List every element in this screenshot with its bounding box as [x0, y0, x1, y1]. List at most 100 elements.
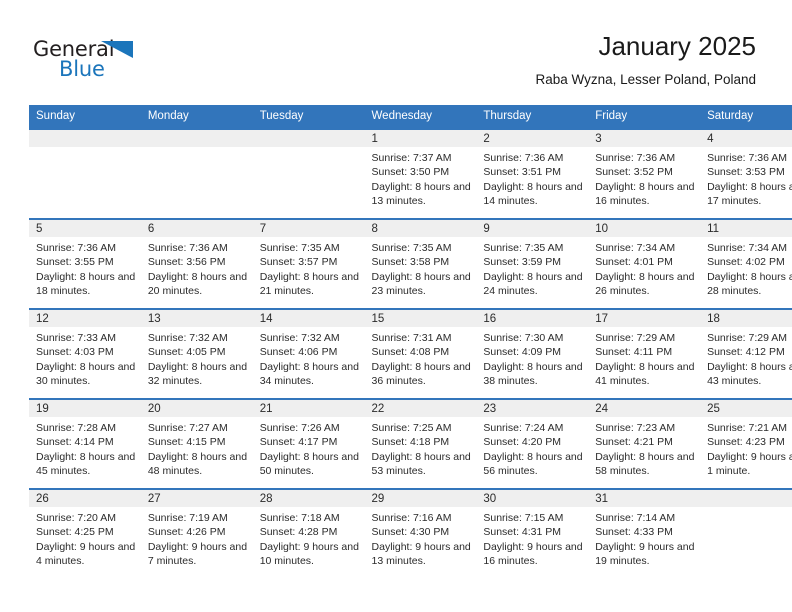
daylight-text: Daylight: 9 hours and 13 minutes. [371, 540, 471, 568]
sunset-text: Sunset: 4:21 PM [595, 436, 673, 449]
sunset-text: Sunset: 4:09 PM [483, 346, 562, 359]
calendar-day-cell[interactable]: 15 Sunrise: 7:31 AM Sunset: 4:08 PM Dayligh… [364, 308, 477, 399]
sunrise-text: Sunrise: 7:15 AM [483, 512, 564, 524]
calendar-day-cell[interactable]: 8 Sunrise: 7:35 AM Sunset: 3:58 PM Daylight… [364, 218, 477, 309]
calendar-day-cell[interactable]: 5 Sunrise: 7:36 AM Sunset: 3:55 PM Daylight… [29, 218, 141, 309]
calendar-day-cell[interactable]: 7 Sunrise: 7:35 AM Sunset: 3:57 PM Daylight… [252, 218, 365, 309]
calendar-day-cell[interactable]: 26 Sunrise: 7:20 AM Sunset: 4:25 PM Dayligh… [29, 488, 141, 578]
day-number: 5 [29, 220, 141, 237]
sunrise-text: Sunrise: 7:37 AM [371, 152, 452, 164]
day-number: 22 [364, 400, 477, 417]
calendar-day-cell[interactable]: 12 Sunrise: 7:33 AM Sunset: 4:03 PM Dayligh… [29, 308, 141, 399]
day-details: Sunrise: 7:36 AM Sunset: 3:51 PM Daylight:… [476, 147, 588, 209]
calendar-day-cell[interactable]: 14 Sunrise: 7:32 AM Sunset: 4:06 PM Dayligh… [252, 308, 365, 399]
weekday-header-tuesday: Tuesday [252, 105, 365, 129]
calendar-day-cell[interactable]: 30 Sunrise: 7:15 AM Sunset: 4:31 PM Dayligh… [476, 488, 589, 578]
general-blue-logo[interactable]: General Blue [33, 38, 163, 82]
calendar-day-cell[interactable]: 16 Sunrise: 7:30 AM Sunset: 4:09 PM Dayligh… [476, 308, 589, 399]
sunrise-text: Sunrise: 7:33 AM [36, 332, 116, 344]
daylight-text: Daylight: 8 hours and 43 minutes. [707, 360, 792, 388]
weekday-header-sunday: Sunday [29, 105, 141, 129]
calendar-day-cell[interactable]: 3 Sunrise: 7:36 AM Sunset: 3:52 PM Daylight… [588, 128, 701, 219]
day-number: 19 [29, 400, 141, 417]
sunrise-text: Sunrise: 7:28 AM [36, 422, 116, 434]
calendar-day-cell[interactable]: 23 Sunrise: 7:24 AM Sunset: 4:20 PM Dayligh… [476, 398, 589, 489]
calendar-day-cell[interactable]: 11 Sunrise: 7:34 AM Sunset: 4:02 PM Dayligh… [700, 218, 792, 309]
calendar-day-cell[interactable]: 6 Sunrise: 7:36 AM Sunset: 3:56 PM Daylight… [140, 218, 253, 309]
calendar-day-cell[interactable]: 13 Sunrise: 7:32 AM Sunset: 4:05 PM Dayligh… [140, 308, 253, 399]
sunrise-text: Sunrise: 7:32 AM [147, 332, 228, 344]
calendar-week-row: 1 Sunrise: 7:37 AM Sunset: 3:50 PM Daylight… [29, 128, 792, 219]
calendar-day-cell[interactable]: 21 Sunrise: 7:26 AM Sunset: 4:17 PM Dayligh… [252, 398, 365, 489]
day-number: 7 [252, 220, 365, 237]
day-number: 1 [364, 130, 477, 147]
calendar-day-cell[interactable]: 29 Sunrise: 7:16 AM Sunset: 4:30 PM Dayligh… [364, 488, 477, 578]
sunrise-text: Sunrise: 7:23 AM [595, 422, 676, 434]
daylight-text: Daylight: 9 hours and 19 minutes. [595, 540, 695, 568]
day-details: Sunrise: 7:36 AM Sunset: 3:52 PM Daylight:… [588, 147, 700, 209]
sunrise-text: Sunrise: 7:31 AM [371, 332, 452, 344]
calendar-day-cell[interactable]: 4 Sunrise: 7:36 AM Sunset: 3:53 PM Daylight… [700, 128, 792, 219]
day-details: Sunrise: 7:35 AM Sunset: 3:59 PM Daylight:… [476, 237, 588, 299]
calendar-empty-cell [140, 128, 253, 219]
daylight-text: Daylight: 8 hours and 24 minutes. [483, 270, 583, 298]
day-details: Sunrise: 7:32 AM Sunset: 4:05 PM Daylight:… [141, 327, 253, 389]
calendar-day-cell[interactable]: 10 Sunrise: 7:34 AM Sunset: 4:01 PM Dayligh… [588, 218, 701, 309]
day-number: 30 [476, 490, 589, 507]
day-details: Sunrise: 7:37 AM Sunset: 3:50 PM Daylight:… [365, 147, 477, 209]
sunrise-text: Sunrise: 7:36 AM [707, 152, 788, 164]
day-number [252, 130, 365, 147]
calendar-day-cell[interactable]: 9 Sunrise: 7:35 AM Sunset: 3:59 PM Daylight… [476, 218, 589, 309]
calendar-body: 1 Sunrise: 7:37 AM Sunset: 3:50 PM Daylight… [29, 128, 792, 578]
day-details: Sunrise: 7:35 AM Sunset: 3:57 PM Daylight:… [253, 237, 365, 299]
day-number: 26 [29, 490, 141, 507]
day-details: Sunrise: 7:25 AM Sunset: 4:18 PM Daylight:… [365, 417, 477, 479]
calendar-day-cell[interactable]: 31 Sunrise: 7:14 AM Sunset: 4:33 PM Dayligh… [588, 488, 701, 578]
sunrise-text: Sunrise: 7:35 AM [371, 242, 452, 254]
day-details: Sunrise: 7:18 AM Sunset: 4:28 PM Daylight:… [253, 507, 365, 569]
daylight-text: Daylight: 8 hours and 23 minutes. [371, 270, 471, 298]
page-title: January 2025 [598, 31, 756, 61]
daylight-text: Daylight: 8 hours and 30 minutes. [36, 360, 136, 388]
daylight-text: Daylight: 8 hours and 17 minutes. [707, 180, 792, 208]
calendar-week-row: 19 Sunrise: 7:28 AM Sunset: 4:14 PM Dayligh… [29, 398, 792, 489]
weekday-header-wednesday: Wednesday [364, 105, 477, 129]
calendar-day-cell[interactable]: 2 Sunrise: 7:36 AM Sunset: 3:51 PM Daylight… [476, 128, 589, 219]
day-details: Sunrise: 7:24 AM Sunset: 4:20 PM Daylight:… [476, 417, 588, 479]
calendar-day-cell[interactable]: 25 Sunrise: 7:21 AM Sunset: 4:23 PM Dayligh… [700, 398, 792, 489]
day-details: Sunrise: 7:27 AM Sunset: 4:15 PM Daylight:… [141, 417, 253, 479]
calendar-day-cell[interactable]: 18 Sunrise: 7:29 AM Sunset: 4:12 PM Dayligh… [700, 308, 792, 399]
daylight-text: Daylight: 8 hours and 32 minutes. [147, 360, 248, 388]
daylight-text: Daylight: 8 hours and 50 minutes. [259, 450, 359, 478]
calendar-empty-cell [700, 488, 792, 578]
daylight-text: Daylight: 9 hours and 4 minutes. [36, 540, 136, 568]
calendar-day-cell[interactable]: 22 Sunrise: 7:25 AM Sunset: 4:18 PM Dayligh… [364, 398, 477, 489]
calendar-day-cell[interactable]: 28 Sunrise: 7:18 AM Sunset: 4:28 PM Dayligh… [252, 488, 365, 578]
sunrise-text: Sunrise: 7:27 AM [147, 422, 228, 434]
sunset-text: Sunset: 4:20 PM [483, 436, 562, 449]
daylight-text: Daylight: 8 hours and 41 minutes. [595, 360, 695, 388]
day-number: 13 [140, 310, 253, 327]
calendar-week-row: 12 Sunrise: 7:33 AM Sunset: 4:03 PM Dayligh… [29, 308, 792, 399]
calendar-day-cell[interactable]: 1 Sunrise: 7:37 AM Sunset: 3:50 PM Daylight… [364, 128, 477, 219]
day-details: Sunrise: 7:20 AM Sunset: 4:25 PM Daylight:… [29, 507, 141, 569]
sunset-text: Sunset: 4:25 PM [36, 526, 114, 539]
daylight-text: Daylight: 9 hours and 16 minutes. [483, 540, 583, 568]
calendar-day-cell[interactable]: 20 Sunrise: 7:27 AM Sunset: 4:15 PM Dayligh… [140, 398, 253, 489]
day-details: Sunrise: 7:32 AM Sunset: 4:06 PM Daylight:… [253, 327, 365, 389]
day-details: Sunrise: 7:36 AM Sunset: 3:56 PM Daylight:… [141, 237, 253, 299]
calendar-week-row: 5 Sunrise: 7:36 AM Sunset: 3:55 PM Daylight… [29, 218, 792, 309]
day-number: 20 [140, 400, 253, 417]
calendar-day-cell[interactable]: 17 Sunrise: 7:29 AM Sunset: 4:11 PM Dayligh… [588, 308, 701, 399]
calendar-day-cell[interactable]: 27 Sunrise: 7:19 AM Sunset: 4:26 PM Dayligh… [140, 488, 253, 578]
sunset-text: Sunset: 4:06 PM [259, 346, 338, 359]
day-number: 27 [140, 490, 253, 507]
daylight-text: Daylight: 8 hours and 36 minutes. [371, 360, 471, 388]
sunset-text: Sunset: 3:51 PM [483, 166, 562, 179]
daylight-text: Daylight: 8 hours and 26 minutes. [595, 270, 695, 298]
calendar-day-cell[interactable]: 24 Sunrise: 7:23 AM Sunset: 4:21 PM Dayligh… [588, 398, 701, 489]
sunset-text: Sunset: 4:14 PM [36, 436, 114, 449]
day-details: Sunrise: 7:36 AM Sunset: 3:53 PM Daylight:… [700, 147, 792, 209]
calendar-day-cell[interactable]: 19 Sunrise: 7:28 AM Sunset: 4:14 PM Dayligh… [29, 398, 141, 489]
day-number: 3 [588, 130, 701, 147]
